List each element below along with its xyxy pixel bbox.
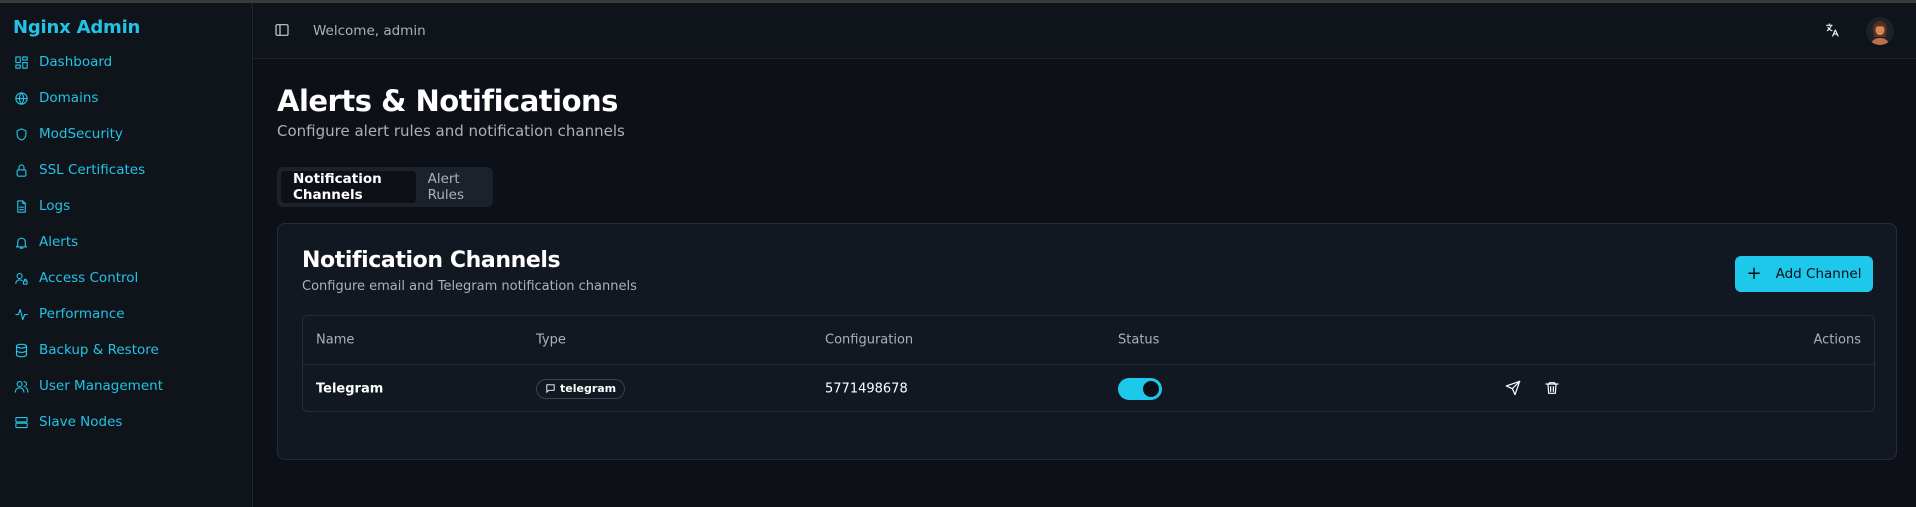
page-subtitle: Configure alert rules and notification c… [277,122,625,140]
channel-name: Telegram [316,381,384,396]
sidebar-item-modsecurity[interactable]: ModSecurity [0,116,253,152]
column-header-name: Name [316,332,355,348]
channel-configuration: 5771498678 [825,381,908,396]
plus-icon: + [1746,262,1762,284]
channel-type-label: telegram [560,382,617,395]
welcome-text: Welcome, admin [313,23,426,39]
sidebar-item-user-management[interactable]: User Management [0,368,253,404]
column-header-actions: Actions [1813,332,1862,348]
sidebar-toggle-icon[interactable] [274,22,292,40]
channels-table: Name Type Configuration Status Actions T… [302,315,1875,412]
add-channel-label: Add Channel [1775,266,1862,282]
top-header: Welcome, admin [254,3,1916,59]
sidebar-item-label: Domains [39,90,99,106]
message-square-icon [546,384,555,394]
brand-title[interactable]: Nginx Admin [13,17,140,38]
column-header-configuration: Configuration [825,332,914,348]
sidebar-item-ssl-certificates[interactable]: SSL Certificates [0,152,253,188]
card-subtitle: Configure email and Telegram notificatio… [302,279,637,294]
sidebar-item-backup-restore[interactable]: Backup & Restore [0,332,253,368]
user-avatar[interactable] [1866,17,1894,45]
sidebar-item-label: ModSecurity [39,126,123,142]
database-icon [13,342,29,358]
column-header-status: Status [1118,332,1160,348]
sidebar: Nginx Admin Dashboard Domains ModSecurit… [0,3,253,507]
sidebar-item-dashboard[interactable]: Dashboard [0,44,253,80]
sidebar-item-logs[interactable]: Logs [0,188,253,224]
card-title: Notification Channels [302,248,561,273]
sidebar-item-label: Slave Nodes [39,414,123,430]
activity-icon [13,306,29,322]
file-text-icon [13,198,29,214]
send-test-icon[interactable] [1505,380,1523,398]
table-row: Telegram telegram 5771498678 [303,365,1874,412]
sidebar-item-access-control[interactable]: Access Control [0,260,253,296]
trash-icon[interactable] [1544,380,1562,398]
sidebar-item-label: Access Control [39,270,139,286]
sidebar-item-label: Backup & Restore [39,342,159,358]
dashboard-icon [13,54,29,70]
user-lock-icon [13,270,29,286]
table-header: Name Type Configuration Status Actions [303,316,1874,365]
shield-icon [13,126,29,142]
server-icon [13,414,29,430]
notification-channels-card: Notification Channels Configure email an… [277,223,1897,460]
globe-icon [13,90,29,106]
language-icon[interactable] [1824,22,1842,40]
users-icon [13,378,29,394]
sidebar-item-label: SSL Certificates [39,162,146,178]
bell-icon [13,234,29,250]
column-header-type: Type [536,332,566,348]
sidebar-item-slave-nodes[interactable]: Slave Nodes [0,404,253,440]
main-content: Alerts & Notifications Configure alert r… [254,60,1916,507]
lock-icon [13,162,29,178]
sidebar-item-domains[interactable]: Domains [0,80,253,116]
sidebar-item-label: Dashboard [39,54,113,70]
tab-alert-rules[interactable]: Alert Rules [416,171,489,203]
toggle-knob [1143,380,1159,397]
sidebar-nav: Dashboard Domains ModSecurity SSL Certif… [0,44,253,440]
tab-notification-channels[interactable]: Notification Channels [281,171,416,203]
channel-type-badge: telegram [536,378,626,399]
page-title: Alerts & Notifications [277,84,618,118]
add-channel-button[interactable]: + Add Channel [1735,256,1873,292]
sidebar-item-alerts[interactable]: Alerts [0,224,253,260]
sidebar-item-label: User Management [39,378,163,394]
tab-list: Notification Channels Alert Rules [277,167,493,207]
sidebar-item-label: Logs [39,198,71,214]
channel-status-toggle[interactable] [1118,377,1162,400]
sidebar-item-label: Performance [39,306,125,322]
sidebar-item-label: Alerts [39,234,79,250]
sidebar-item-performance[interactable]: Performance [0,296,253,332]
